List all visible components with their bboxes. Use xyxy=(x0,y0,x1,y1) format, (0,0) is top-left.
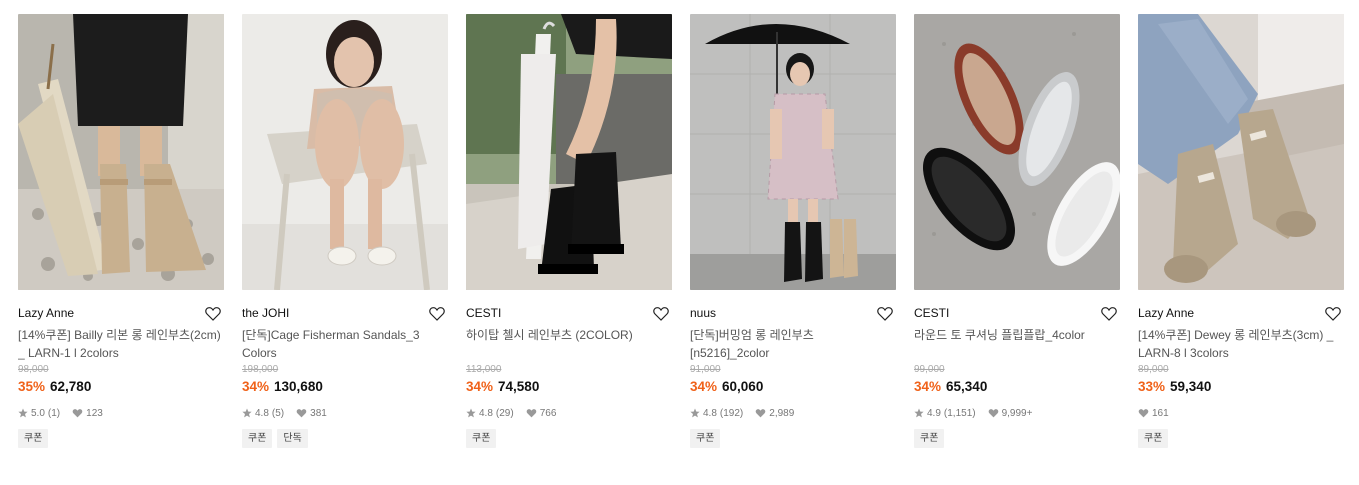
product-image[interactable] xyxy=(242,14,448,290)
discount-rate: 34% xyxy=(466,379,494,394)
sale-price: 62,780 xyxy=(50,379,92,394)
coupon-tag: 쿠폰 xyxy=(914,429,945,448)
star-icon xyxy=(242,408,252,418)
discount-rate: 34% xyxy=(242,379,270,394)
review-count: (1,151) xyxy=(943,407,976,419)
like-heart-icon xyxy=(988,408,999,418)
product-image[interactable] xyxy=(1138,14,1344,290)
coupon-tag: 쿠폰 xyxy=(242,429,273,448)
wishlist-heart-icon[interactable] xyxy=(1324,304,1342,322)
brand-name[interactable]: CESTI xyxy=(466,306,501,320)
sale-price: 130,680 xyxy=(274,379,323,394)
product-image[interactable] xyxy=(18,14,224,290)
like-heart-icon xyxy=(72,408,83,418)
coupon-tag: 쿠폰 xyxy=(18,429,49,448)
review-count: (192) xyxy=(719,407,744,419)
like-heart-icon xyxy=(296,408,307,418)
star-icon xyxy=(914,408,924,418)
like-count: 161 xyxy=(1152,407,1169,419)
review-count: (29) xyxy=(495,407,514,419)
brand-name[interactable]: the JOHI xyxy=(242,306,289,320)
rating-value: 4.8 xyxy=(479,407,493,419)
sale-price: 65,340 xyxy=(946,379,988,394)
product-card[interactable]: CESTI 라운드 토 쿠셔닝 플립플랍_4color 99,000 34% 6… xyxy=(914,14,1120,448)
product-stats: 4.8 (5) 381 xyxy=(242,406,448,420)
like-count: 2,989 xyxy=(769,407,795,419)
original-price: 91,000 xyxy=(690,364,721,375)
product-image[interactable] xyxy=(914,14,1120,290)
review-count: (5) xyxy=(271,407,285,419)
product-stats: 161 xyxy=(1138,406,1344,420)
wishlist-heart-icon[interactable] xyxy=(652,304,670,322)
product-grid: Lazy Anne [14%쿠폰] Bailly 리본 롱 레인부츠(2cm) … xyxy=(0,0,1359,485)
discount-rate: 35% xyxy=(18,379,46,394)
original-price: 198,000 xyxy=(242,364,279,375)
rating-value: 4.9 xyxy=(927,407,941,419)
brand-name[interactable]: nuus xyxy=(690,306,716,320)
discount-rate: 33% xyxy=(1138,379,1166,394)
product-title[interactable]: [단독]버밍엄 롱 레인부츠 [n5216]_2color xyxy=(690,326,896,362)
coupon-tag: 쿠폰 xyxy=(1138,429,1169,448)
rating-value: 4.8 xyxy=(255,407,269,419)
like-heart-icon xyxy=(755,408,766,418)
product-stats: 4.8 (29) 766 xyxy=(466,406,672,420)
wishlist-heart-icon[interactable] xyxy=(876,304,894,322)
like-count: 123 xyxy=(86,407,103,419)
product-title[interactable]: [14%쿠폰] Bailly 리본 롱 레인부츠(2cm) _ LARN-1 l… xyxy=(18,326,224,362)
product-image[interactable] xyxy=(466,14,672,290)
product-stats: 4.8 (192) 2,989 xyxy=(690,406,896,420)
product-stats: 5.0 (1) 123 xyxy=(18,406,224,420)
exclusive-tag: 단독 xyxy=(277,429,308,448)
discount-rate: 34% xyxy=(690,379,718,394)
brand-name[interactable]: Lazy Anne xyxy=(1138,306,1194,320)
discount-rate: 34% xyxy=(914,379,942,394)
original-price: 98,000 xyxy=(18,364,49,375)
product-image[interactable] xyxy=(690,14,896,290)
original-price: 99,000 xyxy=(914,364,945,375)
star-icon xyxy=(18,408,28,418)
product-card[interactable]: Lazy Anne [14%쿠폰] Bailly 리본 롱 레인부츠(2cm) … xyxy=(18,14,224,448)
product-card[interactable]: the JOHI [단독]Cage Fisherman Sandals_3 Co… xyxy=(242,14,448,448)
wishlist-heart-icon[interactable] xyxy=(428,304,446,322)
star-icon xyxy=(690,408,700,418)
like-heart-icon xyxy=(526,408,537,418)
sale-price: 74,580 xyxy=(498,379,540,394)
brand-name[interactable]: CESTI xyxy=(914,306,949,320)
product-card[interactable]: Lazy Anne [14%쿠폰] Dewey 롱 레인부츠(3cm) _ LA… xyxy=(1138,14,1344,448)
like-heart-icon xyxy=(1138,408,1149,418)
review-count: (1) xyxy=(47,407,61,419)
original-price: 113,000 xyxy=(466,364,502,375)
sale-price: 60,060 xyxy=(722,379,764,394)
product-title[interactable]: [단독]Cage Fisherman Sandals_3 Colors xyxy=(242,326,448,362)
product-stats: 4.9 (1,151) 9,999+ xyxy=(914,406,1120,420)
like-count: 381 xyxy=(310,407,327,419)
like-count: 766 xyxy=(539,407,557,419)
wishlist-heart-icon[interactable] xyxy=(1100,304,1118,322)
product-card[interactable]: nuus [단독]버밍엄 롱 레인부츠 [n5216]_2color 91,00… xyxy=(690,14,896,448)
like-count: 9,999+ xyxy=(1001,407,1033,419)
sale-price: 59,340 xyxy=(1170,379,1212,394)
wishlist-heart-icon[interactable] xyxy=(204,304,222,322)
coupon-tag: 쿠폰 xyxy=(466,429,497,448)
rating-value: 5.0 xyxy=(31,407,45,419)
product-title[interactable]: [14%쿠폰] Dewey 롱 레인부츠(3cm) _ LARN-8 l 3co… xyxy=(1138,326,1344,362)
star-icon xyxy=(466,408,476,418)
original-price: 89,000 xyxy=(1138,364,1169,375)
rating-value: 4.8 xyxy=(703,407,717,419)
brand-name[interactable]: Lazy Anne xyxy=(18,306,74,320)
product-card[interactable]: CESTI 하이탑 첼시 레인부츠 (2COLOR) 113,000 34% 7… xyxy=(466,14,672,448)
coupon-tag: 쿠폰 xyxy=(690,429,721,448)
product-title[interactable]: 라운드 토 쿠셔닝 플립플랍_4color xyxy=(914,326,1120,362)
product-title[interactable]: 하이탑 첼시 레인부츠 (2COLOR) xyxy=(466,326,672,362)
